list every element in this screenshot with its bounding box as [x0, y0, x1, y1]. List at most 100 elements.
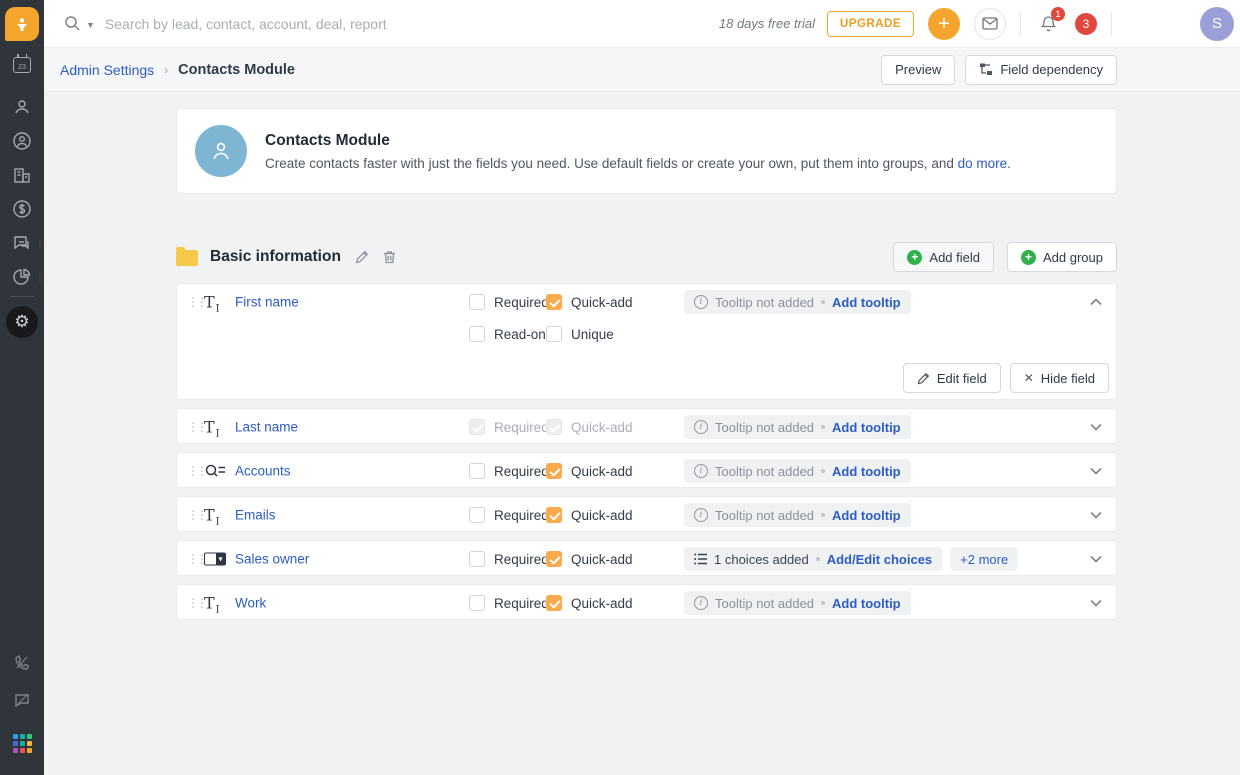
quick-add-button[interactable]: +	[928, 8, 960, 40]
lookup-type-icon	[204, 463, 230, 479]
breadcrumb: Admin Settings › Contacts Module	[60, 62, 295, 78]
tooltip-pill: i Tooltip not added Add tooltip	[684, 503, 911, 527]
field-group-header: Basic information + Add field + Add grou…	[176, 242, 1117, 272]
add-tooltip-link[interactable]: Add tooltip	[832, 596, 901, 611]
global-search-input[interactable]	[103, 15, 523, 33]
email-icon[interactable]	[974, 8, 1006, 40]
breadcrumb-admin-settings-link[interactable]: Admin Settings	[60, 62, 154, 78]
text-type-icon: TI	[204, 293, 230, 312]
user-avatar[interactable]: S	[1200, 7, 1234, 41]
module-title: Contacts Module	[265, 132, 1011, 150]
settings-icon[interactable]: ⚙	[6, 306, 38, 338]
choices-list-icon	[694, 553, 707, 565]
overflow-dots-icon: ⋮	[36, 273, 43, 282]
text-type-icon: TI	[204, 418, 230, 437]
overflow-dots-icon: ⋮	[36, 239, 43, 248]
more-choices-pill[interactable]: +2 more	[950, 547, 1018, 571]
analytics-icon[interactable]: ⋮	[0, 262, 44, 292]
expand-chevron-icon[interactable]	[1090, 423, 1102, 431]
text-type-icon: TI	[204, 594, 230, 613]
topbar-divider	[1020, 12, 1021, 36]
add-field-button[interactable]: + Add field	[893, 242, 994, 272]
search-icon[interactable]	[64, 15, 81, 32]
required-checkbox[interactable]: Required	[469, 551, 549, 567]
do-more-link[interactable]: do more	[958, 156, 1008, 171]
main-area: Contacts Module Create contacts faster w…	[44, 92, 1240, 775]
tooltip-pill: i Tooltip not added Add tooltip	[684, 415, 911, 439]
edit-field-button[interactable]: Edit field	[903, 363, 1001, 393]
alert-count-badge[interactable]: 3	[1075, 13, 1097, 35]
field-name-link[interactable]: Last name	[235, 420, 298, 435]
drag-handle-icon[interactable]: ⋮⋮	[187, 465, 205, 477]
field-name-link[interactable]: Emails	[235, 508, 276, 523]
chat-disabled-icon[interactable]	[0, 685, 44, 715]
required-checkbox[interactable]: Required	[469, 507, 549, 523]
add-tooltip-link[interactable]: Add tooltip	[832, 420, 901, 435]
leads-icon[interactable]	[0, 92, 44, 122]
read-only-checkbox[interactable]: Read-only	[469, 326, 556, 342]
quick-add-checkbox[interactable]: Quick-add	[546, 551, 633, 567]
edit-group-icon[interactable]	[355, 250, 369, 264]
drag-handle-icon[interactable]: ⋮⋮	[187, 509, 205, 521]
quick-add-checkbox[interactable]: Quick-add	[546, 595, 633, 611]
add-tooltip-link[interactable]: Add tooltip	[832, 464, 901, 479]
required-checkbox[interactable]: Required	[469, 595, 549, 611]
field-name-link[interactable]: Work	[235, 596, 266, 611]
conversations-icon[interactable]: ⋮	[0, 228, 44, 258]
module-header-card: Contacts Module Create contacts faster w…	[176, 108, 1117, 194]
phone-disabled-icon[interactable]	[0, 648, 44, 678]
search-scope-caret-icon[interactable]: ▼	[86, 20, 95, 30]
required-checkbox[interactable]: Required	[469, 294, 549, 310]
freshsales-logo-icon[interactable]	[5, 7, 39, 41]
notifications-bell-icon[interactable]: 1	[1033, 9, 1063, 39]
field-row-emails: ⋮⋮ TI Emails Required Quick-add i Toolti…	[176, 496, 1117, 532]
hide-field-button[interactable]: ✕ Hide field	[1010, 363, 1109, 393]
contacts-icon[interactable]	[0, 126, 44, 156]
expand-chevron-icon[interactable]	[1090, 467, 1102, 475]
folder-icon	[176, 250, 198, 266]
field-card-first-name: ⋮⋮ TI First name Required Quick-add i To…	[176, 283, 1117, 400]
add-group-button[interactable]: + Add group	[1007, 242, 1117, 272]
quick-add-checkbox[interactable]: Quick-add	[546, 294, 633, 310]
field-dependency-button[interactable]: Field dependency	[965, 55, 1117, 85]
group-name: Basic information	[210, 248, 341, 266]
field-dependency-icon	[979, 63, 993, 76]
dropdown-type-icon	[204, 553, 230, 566]
plus-icon: +	[1021, 250, 1036, 265]
plus-icon: +	[907, 250, 922, 265]
add-tooltip-link[interactable]: Add tooltip	[832, 295, 901, 310]
expand-chevron-icon[interactable]	[1090, 599, 1102, 607]
upgrade-button[interactable]: UPGRADE	[827, 11, 914, 37]
field-name-link[interactable]: Accounts	[235, 464, 291, 479]
add-tooltip-link[interactable]: Add tooltip	[832, 508, 901, 523]
quick-add-checkbox[interactable]: Quick-add	[546, 463, 633, 479]
expand-chevron-icon[interactable]	[1090, 511, 1102, 519]
deals-icon[interactable]	[0, 194, 44, 224]
drag-handle-icon[interactable]: ⋮⋮	[187, 421, 205, 433]
drag-handle-icon[interactable]: ⋮⋮	[187, 597, 205, 609]
bell-badge: 1	[1051, 7, 1065, 21]
expand-chevron-icon[interactable]	[1090, 555, 1102, 563]
freshworks-switcher-icon[interactable]	[0, 728, 44, 758]
info-icon: i	[694, 420, 708, 434]
sidebar-divider	[10, 296, 34, 297]
quick-add-checkbox[interactable]: Quick-add	[546, 507, 633, 523]
add-edit-choices-link[interactable]: Add/Edit choices	[827, 552, 932, 567]
accounts-icon[interactable]	[0, 160, 44, 190]
required-checkbox[interactable]: Required	[469, 463, 549, 479]
calendar-icon[interactable]: 23	[0, 50, 44, 80]
delete-group-icon[interactable]	[383, 250, 396, 264]
unique-checkbox[interactable]: Unique	[546, 326, 614, 342]
field-row-accounts: ⋮⋮ Accounts Required Quick-add i Tooltip…	[176, 452, 1117, 488]
drag-handle-icon[interactable]: ⋮⋮	[187, 296, 205, 308]
tooltip-pill: i Tooltip not added Add tooltip	[684, 459, 911, 483]
page-header-bar: Admin Settings › Contacts Module Preview…	[44, 48, 1240, 92]
preview-button[interactable]: Preview	[881, 55, 955, 85]
collapse-chevron-icon[interactable]	[1090, 298, 1102, 306]
drag-handle-icon[interactable]: ⋮⋮	[187, 553, 205, 565]
field-name-link[interactable]: Sales owner	[235, 552, 309, 567]
field-name-link[interactable]: First name	[235, 295, 299, 310]
page-title: Contacts Module	[178, 62, 295, 78]
top-bar: ▼ 18 days free trial UPGRADE + 1 3 S	[44, 0, 1240, 48]
info-icon: i	[694, 596, 708, 610]
